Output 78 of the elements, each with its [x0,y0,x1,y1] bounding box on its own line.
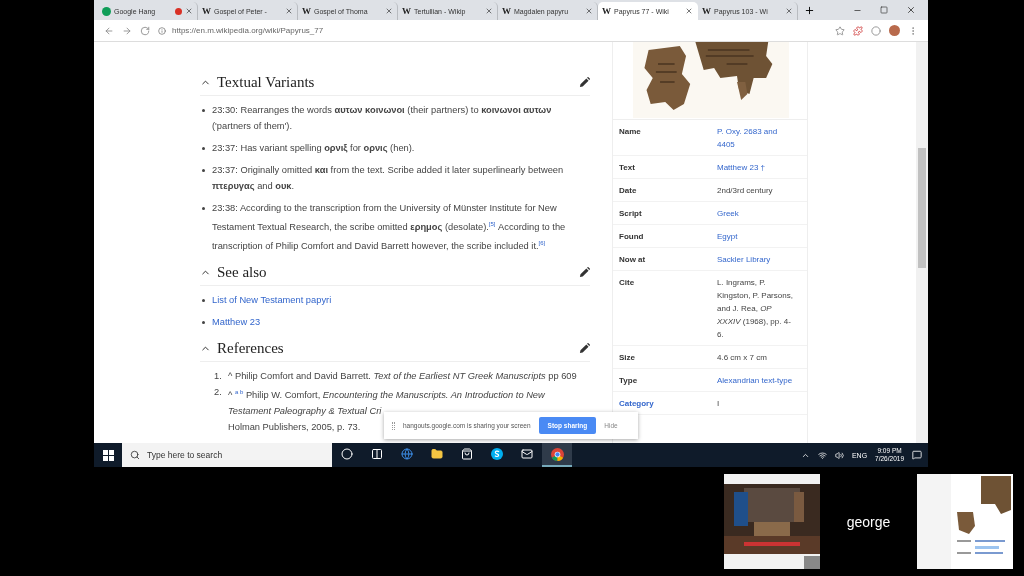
infobox-label: Type [619,375,639,387]
address-field[interactable]: https://en.m.wikipedia.org/wiki/Papyrus_77 [172,26,324,35]
section-heading: Textual Variants [217,74,316,91]
favicon-icon: W [302,6,311,16]
reference-text: Testament Paleography & Textual Cri [228,405,382,419]
infobox-label: Date [619,185,638,197]
cortana-icon[interactable] [341,448,353,460]
reference-text: ^ $^{a b}$ Philip W. Comfort, Encountering the Manuscripts. An Introduction to New [228,388,545,403]
infobox-label: Now at [619,254,647,266]
infobox-label: Found [619,231,645,243]
infobox-value[interactable]: Greek [717,207,796,220]
close-icon[interactable] [685,7,693,15]
folder-icon[interactable] [431,448,443,460]
infobox-label: Size [619,352,636,364]
infobox-value: L. Ingrams, P. Kingston, P. Parsons, and J. Rea, OP XXXIV (1968), pp. 4-6. [717,277,794,341]
edit-icon[interactable] [579,267,590,279]
bookmark-icon[interactable] [835,25,845,36]
infobox-value[interactable]: Matthew 23 † [717,161,796,174]
volume-icon[interactable] [834,450,844,460]
notification-icon[interactable] [912,450,922,460]
variant-text: 23:37: Originally omitted και from the text. Scribe added it later superlinearly between πτερυγας and ουκ. [212,164,565,193]
edit-icon[interactable] [579,77,590,88]
back-icon[interactable] [104,25,114,36]
hangouts-icon [102,6,111,16]
infobox-label: Script [619,208,643,220]
see-also-link[interactable]: Matthew 23 [212,314,261,331]
scrollbar[interactable] [916,42,928,443]
site-info-icon[interactable] [158,26,166,35]
infobox-value: I [717,398,721,410]
favicon-icon: W [402,6,411,16]
store-icon[interactable] [461,448,473,460]
search-field[interactable]: Type here to search [122,443,332,467]
close-icon[interactable] [785,7,793,15]
reference-text: Holman Publishers, 2005, p. 73. [228,421,361,435]
skype-icon[interactable] [491,448,503,460]
chrome-icon[interactable] [550,447,564,461]
mail-icon[interactable] [521,448,533,460]
favicon-icon: W [702,6,711,16]
infobox-label[interactable]: Category [619,397,717,410]
infobox-label: Cite [619,277,636,289]
reload-icon[interactable] [140,25,150,36]
close-icon[interactable] [185,7,193,15]
infobox-value: 2nd/3rd century [717,185,774,197]
close-icon[interactable] [385,7,393,15]
infobox-value[interactable]: Sackler Library [717,253,796,266]
variant-text: 23:37: Has variant spelling ορνιξ for ορνις (hen). [212,142,416,155]
infobox-label: Text [619,162,636,174]
reference-number: 2. [214,386,223,400]
favicon-icon: W [502,6,511,16]
variant-text: 23:30: Rearranges the words αυτων κοινωνοι (their partners) to κοινωνοι αυτων ('partners of them'). [212,104,553,133]
see-also-link[interactable]: List of New Testament papyri [212,292,332,309]
infobox-label: Name [619,126,642,138]
edit-icon[interactable] [579,343,590,355]
favicon-icon: W [202,6,211,16]
close-icon[interactable] [285,7,293,15]
infobox-value[interactable]: P. Oxy. 2683 and 4405 [717,125,796,151]
windows-icon[interactable] [102,449,114,461]
extension-icon[interactable] [853,25,863,36]
task-view-icon[interactable] [371,448,383,460]
search-icon [130,450,140,460]
close-icon[interactable] [485,7,493,15]
reference-number: 1. [214,370,223,384]
infobox-value[interactable]: Alexandrian text-type [717,374,796,387]
network-icon[interactable] [817,450,827,460]
participant-name: george [845,513,892,530]
variant-text: 23:38: According to the transcription from the University of Münster Institute for New Testament Textual Research, the scribe omitted ερημος (desolate).$^{[5]}$ According to the transcription of Philip Comfort and David Barrett however, the scribe included it.$^{[6]}$ [212,202,567,254]
reference-text: ^ Philip Comfort and David Barrett. Text of the Earliest NT Greek Manuscripts pp 609 [228,370,577,384]
restore-icon[interactable] [880,6,888,14]
favicon-icon: W [602,6,611,16]
infobox-value[interactable]: Egypt [717,230,796,243]
forward-icon[interactable] [122,25,132,36]
section-heading: See also [217,264,268,282]
infobox-value: 4.6 cm x 7 cm [717,352,768,364]
avatar-icon[interactable] [889,25,900,36]
new-tab-icon[interactable] [804,5,815,16]
close-icon[interactable] [585,7,593,15]
section-heading: References [217,340,285,358]
close-icon[interactable] [906,5,916,15]
